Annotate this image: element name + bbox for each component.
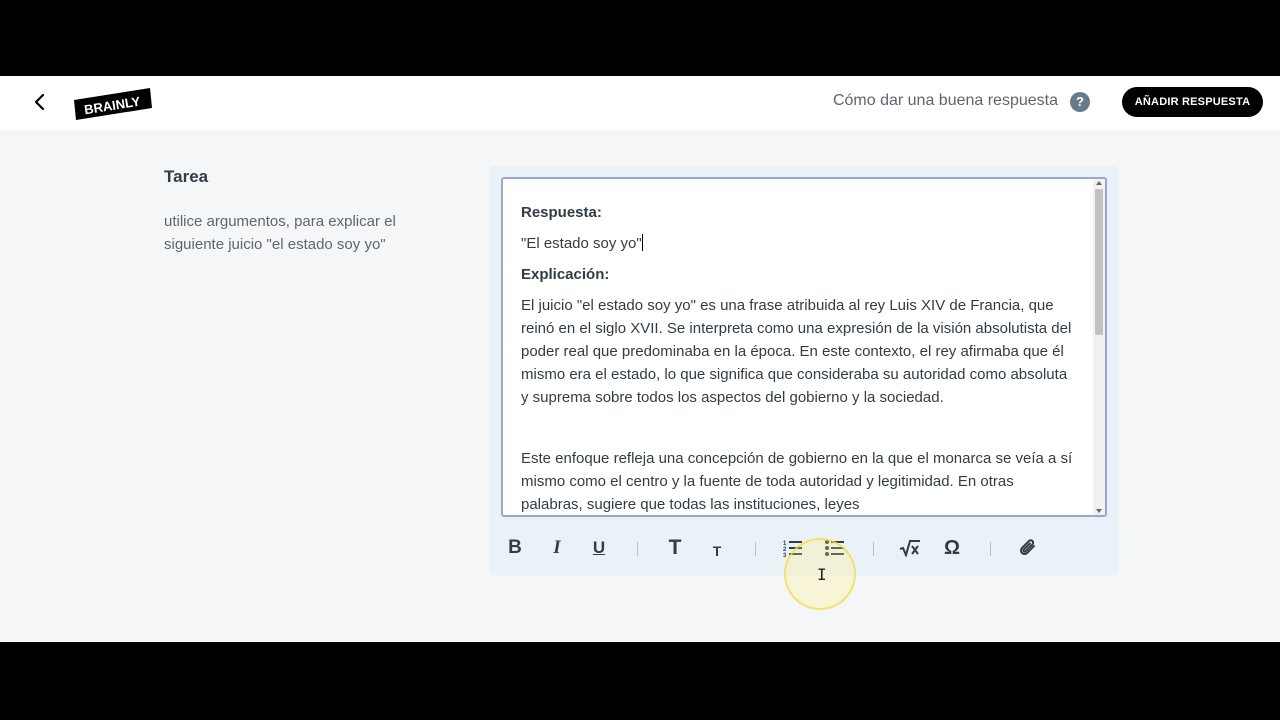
symbols-button[interactable]: Ω [937, 528, 967, 568]
text-cursor-icon: I [817, 565, 827, 584]
omega-icon: Ω [943, 537, 961, 559]
brainly-logo[interactable]: BRAINLY [72, 86, 154, 122]
equation-button[interactable] [895, 528, 925, 568]
chevron-left-icon [34, 93, 45, 111]
italic-button[interactable]: I [542, 528, 572, 568]
answer-value-line: "El estado soy yo" [521, 232, 1076, 255]
help-link[interactable]: Cómo dar una buena respuesta [833, 92, 1058, 110]
toolbar-divider [755, 542, 756, 556]
small-text-icon: T [712, 543, 722, 559]
large-text-icon: T [668, 536, 682, 559]
italic-icon: I [553, 537, 561, 558]
scroll-up-icon[interactable] [1096, 181, 1102, 185]
top-bar: BRAINLY Cómo dar una buena respuesta ? A… [0, 76, 1280, 130]
toolbar-divider [990, 542, 991, 556]
app-window: BRAINLY Cómo dar una buena respuesta ? A… [0, 76, 1280, 642]
large-text-button[interactable]: T [660, 528, 690, 568]
back-button[interactable] [28, 90, 52, 114]
explanation-paragraph-2: Este enfoque refleja una concepción de g… [521, 450, 1073, 513]
scroll-down-icon[interactable] [1096, 509, 1102, 513]
toolbar-divider [873, 542, 874, 556]
task-question: utilice argumentos, para explicar el sig… [164, 213, 396, 253]
underline-icon: U [592, 538, 606, 557]
editor-content[interactable]: Respuesta: "El estado soy yo" Explicació… [521, 201, 1076, 515]
bold-button[interactable]: B [500, 528, 530, 568]
explanation-paragraph-1: El juicio "el estado soy yo" es una fras… [521, 297, 1072, 406]
help-icon[interactable]: ? [1070, 92, 1090, 112]
answer-label: Respuesta: [521, 204, 602, 221]
svg-text:3: 3 [783, 553, 787, 557]
square-root-icon [899, 539, 920, 558]
task-title: Tarea [164, 167, 209, 186]
text-caret [641, 234, 643, 251]
attachment-button[interactable] [1013, 528, 1043, 568]
editor-scrollbar[interactable] [1093, 179, 1105, 515]
paperclip-icon [1019, 539, 1035, 555]
small-text-button[interactable]: T [702, 531, 732, 571]
answer-value: "El estado soy yo" [521, 235, 642, 252]
explanation-label: Explicación: [521, 266, 610, 283]
answer-editor[interactable]: Respuesta: "El estado soy yo" Explicació… [501, 177, 1107, 517]
formatting-toolbar: B I U T T 1 2 3 Ω [500, 528, 1060, 568]
toolbar-divider [637, 542, 638, 556]
bold-icon: B [508, 537, 522, 558]
add-answer-button[interactable]: AÑADIR RESPUESTA [1122, 87, 1263, 117]
brainly-logo-icon: BRAINLY [74, 88, 152, 120]
scrollbar-thumb[interactable] [1095, 189, 1103, 335]
underline-button[interactable]: U [584, 528, 614, 568]
